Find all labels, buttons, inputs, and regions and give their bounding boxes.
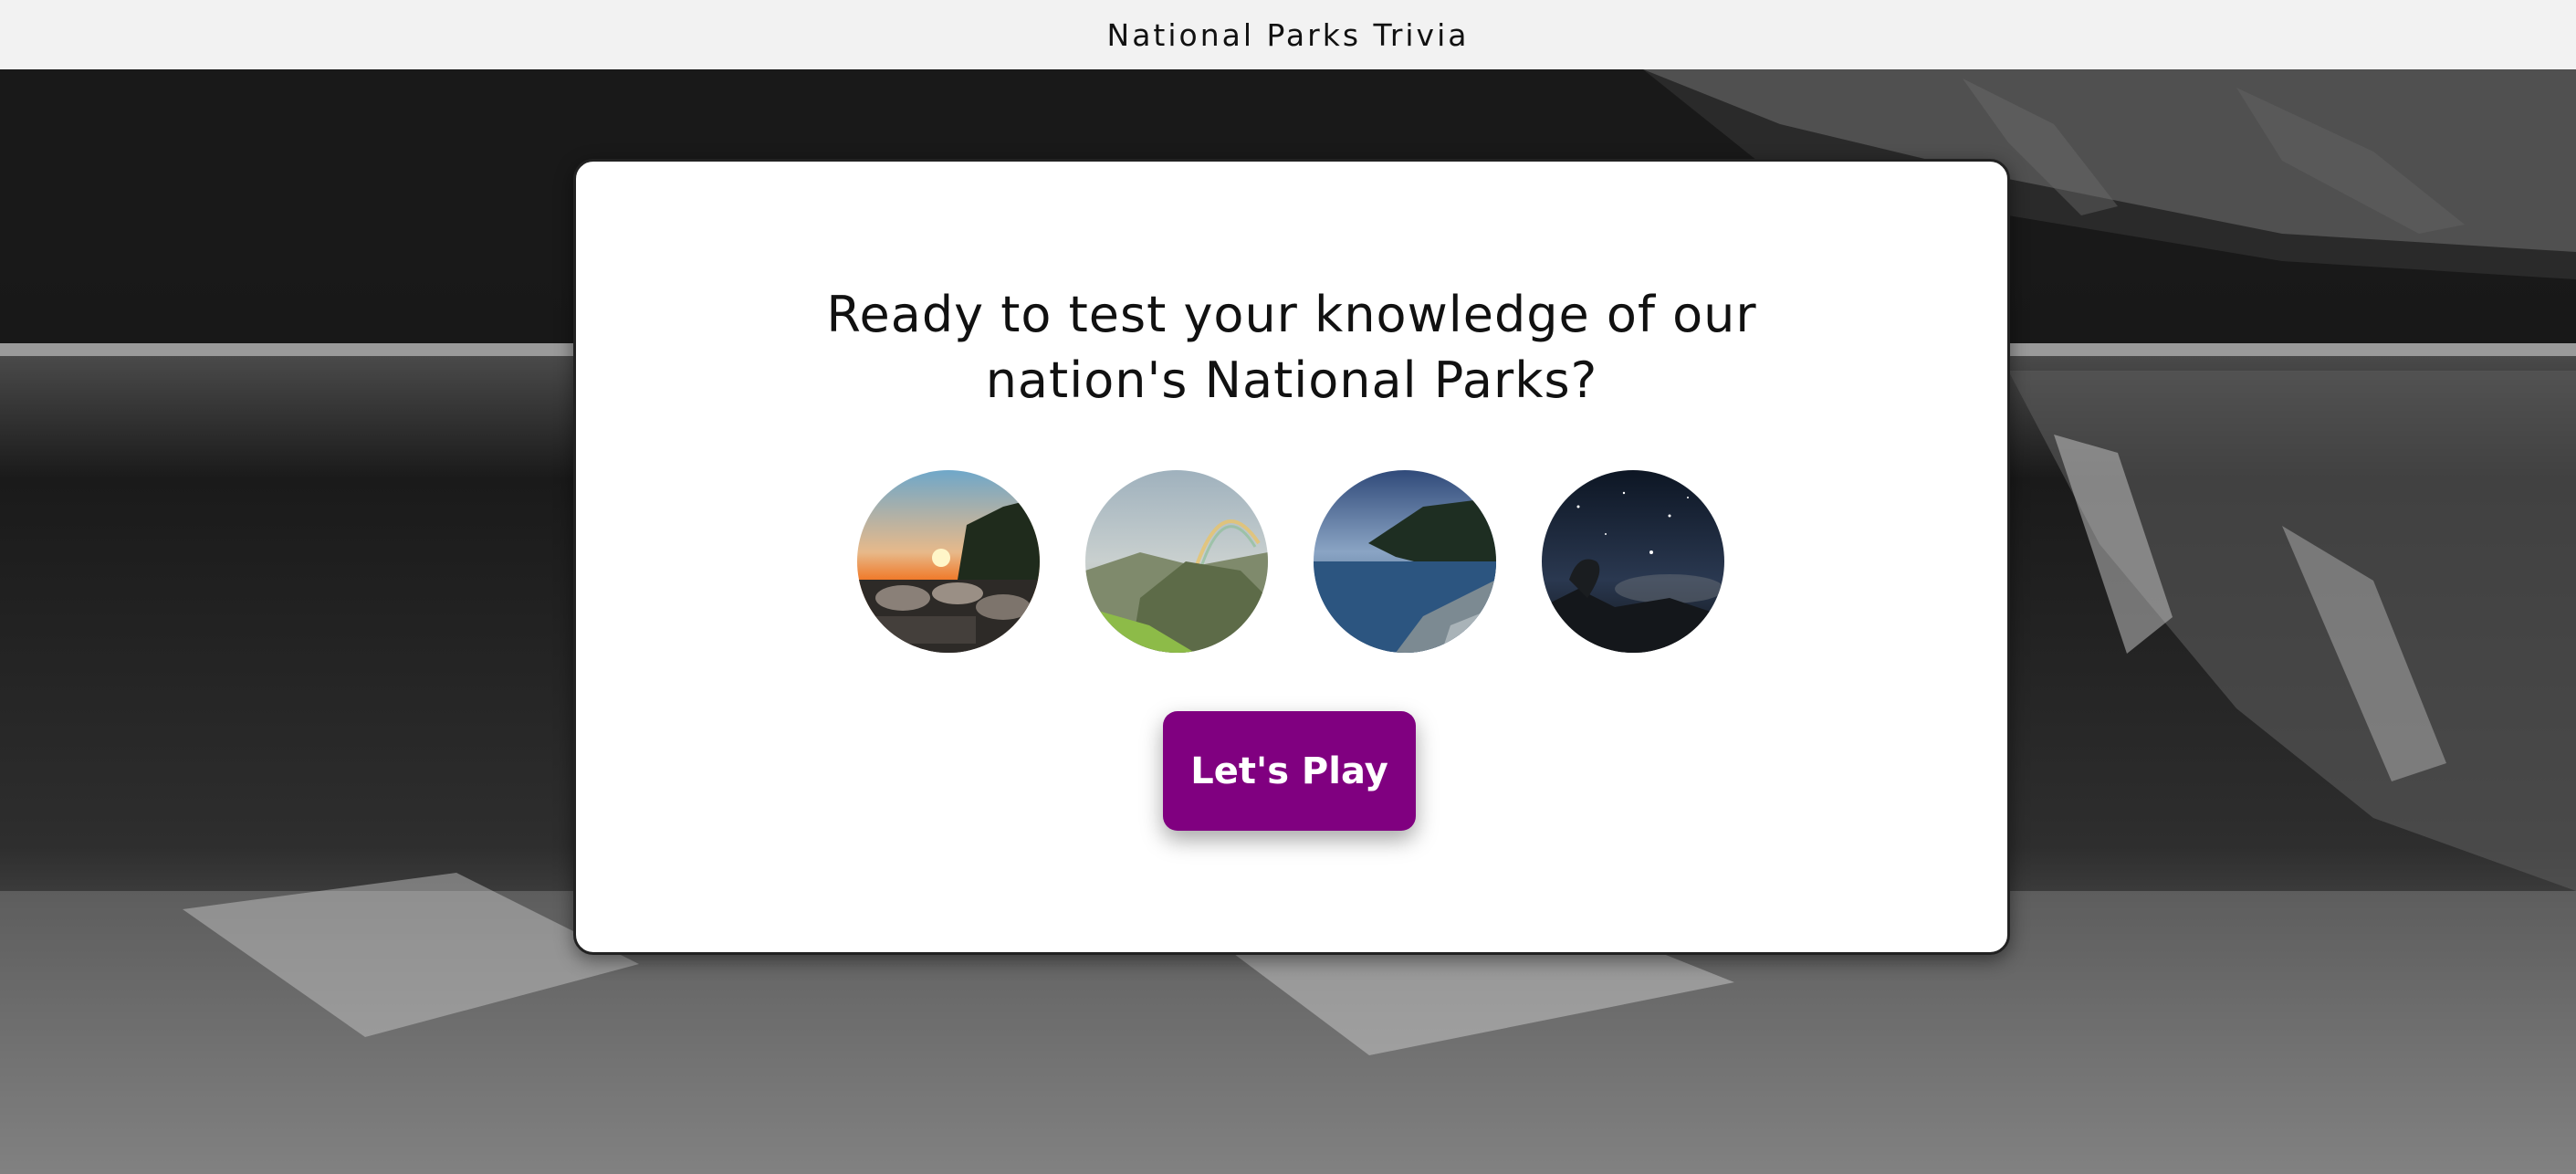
headline-line-2: nation's National Parks? [985, 351, 1598, 409]
sunset-rocks-photo [857, 470, 1040, 653]
rainbow-mountains-photo [1085, 470, 1268, 653]
headline-line-1: Ready to test your knowledge of our [826, 286, 1757, 343]
app-header: National Parks Trivia [0, 0, 2576, 69]
lake-shore-photo [1314, 470, 1496, 653]
welcome-card: Ready to test your knowledge of our nati… [573, 159, 2010, 955]
park-photos-row [576, 470, 2007, 653]
night-sky-photo [1542, 470, 1724, 653]
welcome-headline: Ready to test your knowledge of our nati… [576, 282, 2007, 414]
app-title: National Parks Trivia [1106, 16, 1470, 53]
lets-play-button[interactable]: Let's Play [1163, 711, 1416, 831]
